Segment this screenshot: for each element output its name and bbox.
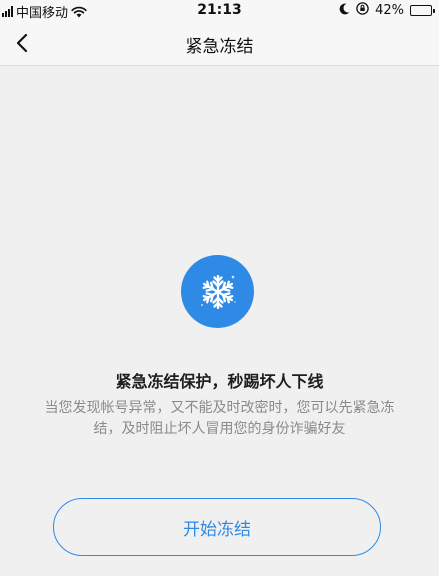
battery-icon (410, 5, 435, 16)
moon-icon (339, 3, 350, 19)
status-right: 42% (339, 2, 435, 19)
nav-bar: 紧急冻结 (0, 20, 439, 66)
snowflake-icon (181, 255, 254, 328)
freeze-description: 当您发现帐号异常，又不能及时改密时，您可以先紧急冻结，及时阻止坏人冒用您的身份诈… (44, 400, 395, 437)
status-bar: 中国移动 21:13 42% (0, 0, 439, 21)
freeze-headline: 紧急冻结保护，秒踢坏人下线 (115, 372, 324, 391)
page-title: 紧急冻结 (185, 37, 254, 57)
start-freeze-button[interactable]: 开始冻结 (53, 498, 381, 556)
back-button[interactable] (4, 25, 40, 61)
chevron-left-icon (16, 33, 28, 53)
battery-percent: 42% (375, 3, 404, 18)
orientation-lock-icon (356, 2, 369, 19)
screen: 中国移动 21:13 42% 紧急冻结 紧急冻结保护，秒踢坏人下线 当您发现帐号… (0, 0, 439, 576)
